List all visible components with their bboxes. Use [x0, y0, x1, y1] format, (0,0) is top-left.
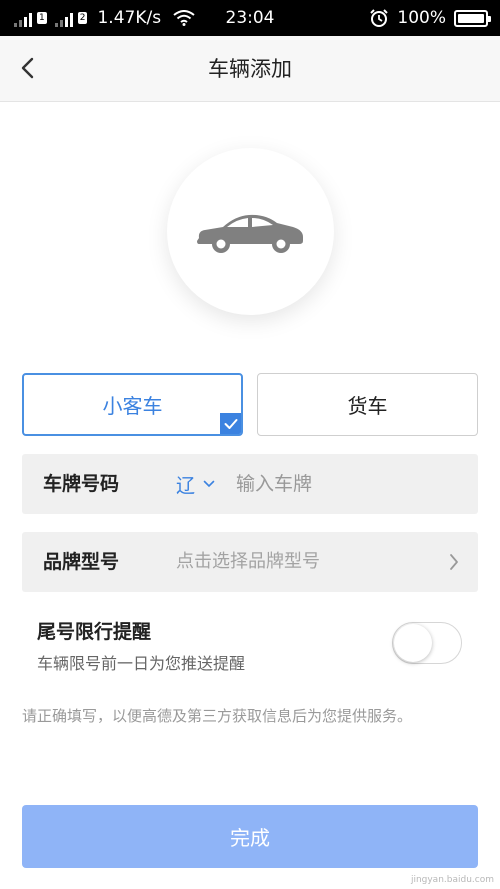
battery-percent: 100%: [397, 8, 446, 28]
chevron-left-icon: [21, 57, 34, 79]
brand-model-row: 品牌型号 点击选择品牌型号: [22, 532, 478, 592]
battery-icon: [454, 9, 491, 27]
vehicle-type-car-label: 小客车: [102, 394, 163, 418]
restriction-reminder-subtitle: 车辆限号前一日为您推送提醒: [37, 654, 246, 673]
vehicle-type-truck-button[interactable]: 货车: [257, 373, 478, 436]
alarm-icon: [370, 9, 389, 27]
restriction-reminder-title: 尾号限行提醒: [37, 621, 152, 643]
province-selector[interactable]: 辽: [176, 454, 215, 514]
done-button[interactable]: 完成: [22, 805, 478, 868]
vehicle-type-truck-label: 货车: [347, 394, 388, 418]
car-icon: [196, 214, 303, 253]
vehicle-image: [167, 148, 334, 315]
brand-model-label: 品牌型号: [43, 551, 120, 573]
restriction-reminder-toggle[interactable]: [392, 622, 462, 664]
plate-number-row: 车牌号码 辽: [22, 454, 478, 514]
status-right: 100%: [369, 0, 491, 36]
header: 车辆添加: [0, 36, 500, 102]
plate-number-label: 车牌号码: [43, 473, 120, 495]
watermark: jingyan.baidu.com: [410, 875, 494, 885]
status-bar: 1 2 1.47K/s 23:04 100%: [0, 0, 500, 36]
page-title: 车辆添加: [208, 57, 292, 81]
chevron-right-icon: [450, 554, 458, 570]
done-button-label: 完成: [230, 826, 270, 850]
battery-fill: [458, 13, 484, 23]
province-value: 辽: [176, 474, 196, 497]
brand-model-placeholder: 点击选择品牌型号: [176, 551, 320, 572]
privacy-notice: 请正确填写，以便高德及第三方获取信息后为您提供服务。: [22, 707, 413, 725]
checkmark-icon: [224, 418, 237, 429]
plate-number-input[interactable]: [236, 466, 456, 502]
chevron-down-icon: [203, 480, 215, 488]
back-button[interactable]: [10, 50, 46, 86]
toggle-knob: [394, 624, 432, 662]
selected-check-badge: [220, 413, 241, 434]
vehicle-type-car-button[interactable]: 小客车: [22, 373, 243, 436]
